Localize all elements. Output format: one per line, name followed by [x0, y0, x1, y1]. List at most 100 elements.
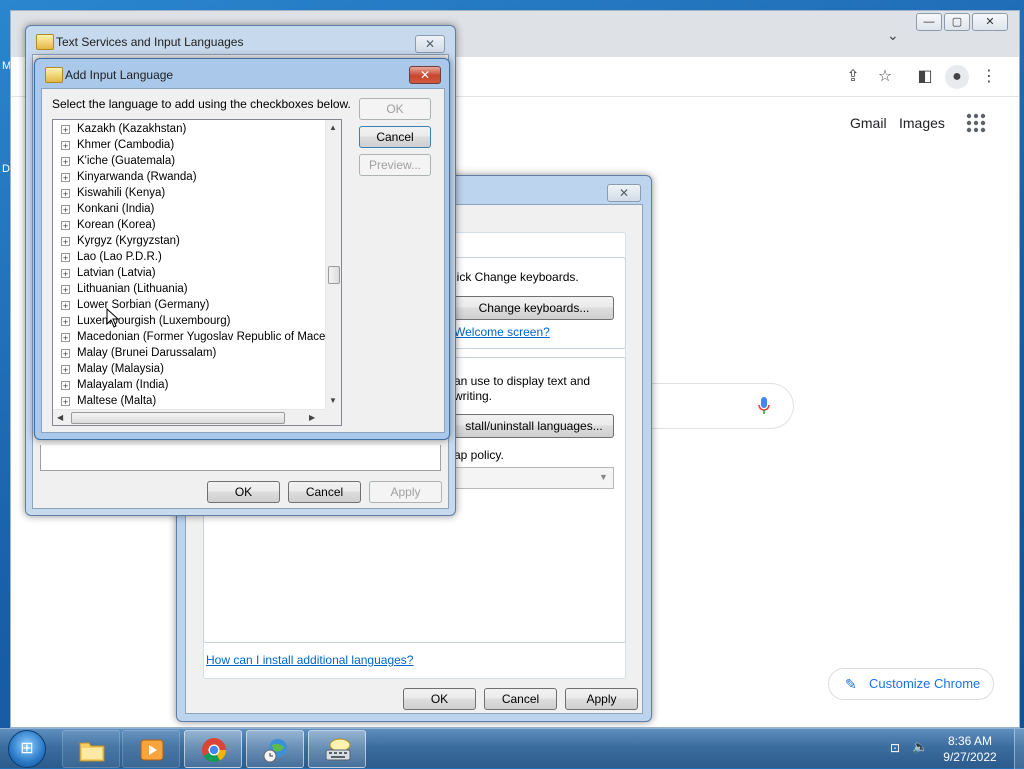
ok-button[interactable]: OK	[207, 481, 280, 503]
expand-plus-icon[interactable]: +	[61, 253, 70, 263]
scroll-corner	[325, 409, 341, 425]
minimize-button[interactable]: —	[916, 13, 942, 31]
menu-dots-icon[interactable]: ⋮	[977, 65, 1001, 89]
language-tree-item[interactable]: + Khmer (Cambodia)	[53, 137, 325, 153]
ok-button[interactable]: OK	[403, 688, 476, 710]
expand-plus-icon[interactable]: +	[61, 317, 70, 327]
display-language-select[interactable]: ▼	[454, 467, 614, 489]
cancel-button[interactable]: Cancel	[484, 688, 557, 710]
expand-plus-icon[interactable]: +	[61, 221, 70, 231]
language-tree-item[interactable]: + Maltese (Malta)	[53, 393, 325, 409]
language-tree-item[interactable]: + Kyrgyz (Kyrgyzstan)	[53, 233, 325, 249]
scroll-thumb[interactable]	[71, 412, 285, 424]
language-tree-item[interactable]: + Luxembourgish (Luxembourg)	[53, 313, 325, 329]
vertical-scrollbar[interactable]: ▲ ▼	[325, 120, 341, 409]
language-tree-item[interactable]: + Korean (Korea)	[53, 217, 325, 233]
maximize-button[interactable]: ▢	[944, 13, 970, 31]
welcome-screen-link[interactable]: Welcome screen?	[454, 325, 550, 339]
expand-plus-icon[interactable]: +	[61, 189, 70, 199]
language-tree-item[interactable]: + Malay (Brunei Darussalam)	[53, 345, 325, 361]
language-tree-item[interactable]: + Kazakh (Kazakhstan)	[53, 121, 325, 137]
bookmark-star-icon[interactable]: ☆	[873, 65, 897, 89]
expand-plus-icon[interactable]: +	[61, 125, 70, 135]
expand-plus-icon[interactable]: +	[61, 301, 70, 311]
scroll-left-icon[interactable]: ◀	[57, 413, 63, 422]
preview-button[interactable]: Preview...	[359, 154, 431, 176]
taskbar-clock[interactable]: 8:36 AM 9/27/2022	[930, 733, 1010, 765]
language-tree-item[interactable]: + Macedonian (Former Yugoslav Republic of…	[53, 329, 325, 345]
install-languages-help-link[interactable]: How can I install additional languages?	[206, 653, 413, 667]
install-uninstall-languages-button[interactable]: stall/uninstall languages...	[454, 414, 614, 438]
language-tree-item[interactable]: + Lower Sorbian (Germany)	[53, 297, 325, 313]
taskbar-text-services[interactable]	[308, 730, 366, 768]
language-tree-item[interactable]: + Latvian (Latvia)	[53, 265, 325, 281]
installed-services-list[interactable]	[40, 445, 441, 471]
expand-plus-icon[interactable]: +	[61, 349, 70, 359]
change-keyboards-button[interactable]: Change keyboards...	[454, 296, 614, 320]
language-label: Luxembourgish (Luxembourg)	[77, 315, 231, 327]
language-tree-item[interactable]: + Lithuanian (Lithuania)	[53, 281, 325, 297]
keyboard-app-icon	[36, 34, 54, 50]
gmail-link[interactable]: Gmail	[850, 115, 887, 131]
taskbar-chrome[interactable]	[184, 730, 242, 768]
close-button[interactable]: ✕	[409, 66, 441, 84]
scroll-thumb[interactable]	[328, 266, 340, 284]
network-icon[interactable]: ⊡	[890, 741, 906, 757]
apply-button[interactable]: Apply	[565, 688, 638, 710]
share-icon[interactable]: ⇪	[841, 65, 865, 89]
keyboards-instruction: lick Change keyboards.	[454, 270, 579, 284]
expand-plus-icon[interactable]: +	[61, 237, 70, 247]
side-panel-icon[interactable]: ◧	[913, 65, 937, 89]
scroll-right-icon[interactable]: ▶	[309, 413, 315, 422]
images-link[interactable]: Images	[899, 115, 945, 131]
language-tree-list[interactable]: + Kazakh (Kazakhstan) + Khmer (Cambodia) + K'…	[52, 119, 342, 426]
ok-button[interactable]: OK	[359, 98, 431, 120]
customize-chrome-button[interactable]: ✎ Customize Chrome	[828, 668, 994, 700]
media-player-icon	[138, 737, 166, 763]
taskbar-explorer[interactable]	[62, 730, 120, 768]
taskbar-media-player[interactable]	[122, 730, 180, 768]
expand-plus-icon[interactable]: +	[61, 157, 70, 167]
language-tree-item[interactable]: + Malay (Malaysia)	[53, 361, 325, 377]
show-desktop-button[interactable]	[1014, 729, 1024, 769]
tab-search-icon[interactable]: ⌄	[887, 27, 899, 44]
expand-plus-icon[interactable]: +	[61, 365, 70, 375]
expand-plus-icon[interactable]: +	[61, 173, 70, 183]
close-button[interactable]: ✕	[415, 35, 445, 53]
taskbar-control-panel[interactable]	[246, 730, 304, 768]
language-label: Malayalam (India)	[77, 379, 169, 391]
expand-plus-icon[interactable]: +	[61, 141, 70, 151]
pencil-icon: ✎	[845, 676, 857, 692]
desktop-icon-label[interactable]: D	[2, 163, 10, 175]
volume-icon[interactable]: 🔈	[912, 739, 930, 757]
expand-plus-icon[interactable]: +	[61, 333, 70, 343]
language-tree-item[interactable]: + Kiswahili (Kenya)	[53, 185, 325, 201]
keyboard-app-icon	[45, 67, 63, 83]
language-tree-item[interactable]: + K'iche (Guatemala)	[53, 153, 325, 169]
expand-plus-icon[interactable]: +	[61, 205, 70, 215]
expand-plus-icon[interactable]: +	[61, 285, 70, 295]
start-button[interactable]: ⊞	[8, 730, 46, 768]
cancel-button[interactable]: Cancel	[288, 481, 361, 503]
expand-plus-icon[interactable]: +	[61, 269, 70, 279]
expand-plus-icon[interactable]: +	[61, 381, 70, 391]
profile-avatar-icon[interactable]: ●	[945, 65, 969, 89]
apply-button[interactable]: Apply	[369, 481, 442, 503]
close-button[interactable]: ✕	[607, 184, 641, 202]
expand-plus-icon[interactable]: +	[61, 397, 70, 407]
language-tree-item[interactable]: + Lao (Lao P.D.R.)	[53, 249, 325, 265]
scroll-down-icon[interactable]: ▼	[329, 396, 337, 405]
language-label: Kazakh (Kazakhstan)	[77, 123, 187, 135]
language-tree-item[interactable]: + Kinyarwanda (Rwanda)	[53, 169, 325, 185]
language-label: Maltese (Malta)	[77, 395, 157, 407]
microphone-icon[interactable]	[754, 396, 774, 418]
close-button[interactable]: ✕	[972, 13, 1008, 31]
clock-date: 9/27/2022	[943, 750, 997, 764]
horizontal-scrollbar[interactable]: ◀ ▶	[53, 409, 325, 425]
apps-grid-icon[interactable]	[966, 113, 986, 133]
cancel-button[interactable]: Cancel	[359, 126, 431, 148]
dialog-title: Add Input Language	[65, 68, 174, 82]
scroll-up-icon[interactable]: ▲	[329, 123, 337, 132]
language-tree-item[interactable]: + Konkani (India)	[53, 201, 325, 217]
language-tree-item[interactable]: + Malayalam (India)	[53, 377, 325, 393]
